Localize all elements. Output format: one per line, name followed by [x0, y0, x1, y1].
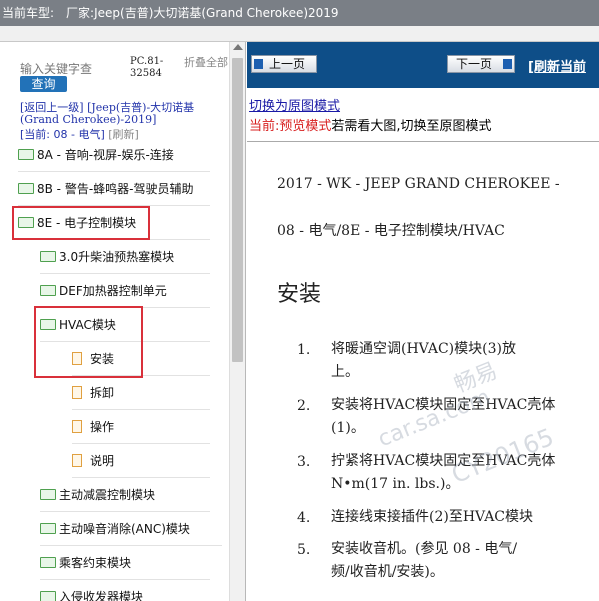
- step-number: 3.: [297, 454, 311, 470]
- folder-icon: [40, 489, 56, 500]
- step-line: N•m(17 in. lbs.)。: [331, 476, 460, 492]
- folder-icon: [40, 591, 56, 601]
- tree-node-label: 8A - 音响-视屏-娱乐-连接: [37, 148, 174, 162]
- title-prefix: 当前车型:: [2, 6, 55, 20]
- tree-node-def-heater[interactable]: DEF加热器控制单元: [40, 275, 210, 308]
- highlight-box-hvac-install: [34, 306, 143, 378]
- doc-header-path: 08 - 电气/8E - 电子控制模块/HVAC: [277, 223, 505, 239]
- page-nav-bar: 上一页 下一页 [刷新当前: [247, 42, 599, 88]
- title-model: 厂家:Jeep(吉普)大切诺基(Grand Cherokee)2019: [66, 6, 339, 20]
- tree-node-8a[interactable]: 8A - 音响-视屏-娱乐-连接: [18, 139, 210, 172]
- step-number: 4.: [297, 510, 311, 526]
- step-text: 连接线束接插件(2)至HVAC模块: [331, 506, 533, 529]
- tree-node-label: 入侵收发器模块: [59, 590, 144, 601]
- collapse-all-link[interactable]: 折叠全部: [184, 56, 228, 69]
- step-line: 上。: [331, 364, 359, 380]
- tree-node-label: DEF加热器控制单元: [59, 284, 167, 298]
- tree-node-label: 3.0升柴油预热塞模块: [59, 250, 175, 264]
- top-strip: [0, 26, 599, 42]
- step-text: 安装收音机。(参见 08 - 电气/ 频/收音机/安装)。: [331, 538, 517, 584]
- tree-leaf-removal[interactable]: 拆卸: [72, 377, 210, 410]
- folder-icon: [40, 285, 56, 296]
- tree-node-glow-plug-module[interactable]: 3.0升柴油预热塞模块: [40, 241, 210, 274]
- document-view: 2017 - WK - JEEP GRAND CHEROKEE - 08 - 电…: [247, 142, 599, 601]
- step-line: 安装收音机。(参见 08 - 电气/: [331, 541, 518, 557]
- step-line: 拧紧将HVAC模块固定至HVAC壳体: [331, 453, 556, 469]
- tree-node-label: 拆卸: [90, 386, 115, 400]
- section-title: 安装: [277, 282, 322, 307]
- mode-note-suffix: 若需看大图,切换至原图模式: [331, 119, 492, 134]
- tree-node-anc-module[interactable]: 主动噪音消除(ANC)模块: [40, 513, 222, 546]
- window-title-bar: 当前车型: 厂家:Jeep(吉普)大切诺基(Grand Cherokee)2019: [0, 0, 599, 26]
- prev-page-button[interactable]: 上一页: [251, 55, 317, 73]
- prev-page-label: 上一页: [269, 57, 306, 71]
- folder-icon: [18, 183, 34, 194]
- folder-icon: [18, 149, 34, 160]
- doc-header-vehicle: 2017 - WK - JEEP GRAND CHEROKEE -: [277, 176, 560, 192]
- highlight-box-8e: [12, 206, 150, 240]
- step-number: 1.: [297, 342, 311, 358]
- next-page-label: 下一页: [456, 57, 493, 71]
- search-input[interactable]: 输入关键字查: [20, 60, 92, 77]
- tree-node-active-damping[interactable]: 主动减震控制模块: [40, 479, 210, 512]
- tree-node-occupant-restraint[interactable]: 乘客约束模块: [40, 547, 210, 580]
- step-number: 5.: [297, 542, 311, 558]
- step-text: 将暖通空调(HVAC)模块(3)放 上。: [331, 338, 516, 384]
- content-pane: 上一页 下一页 [刷新当前 切换为原图模式 当前:预览模式若需看大图,切换至原图…: [247, 42, 599, 601]
- next-page-button[interactable]: 下一页: [447, 55, 515, 73]
- step-line: 将暖通空调(HVAC)模块(3)放: [331, 341, 516, 357]
- step-number: 2.: [297, 398, 311, 414]
- step-text: 安装将HVAC模块固定至HVAC壳体 (1)。: [331, 394, 555, 440]
- step-line: 频/收音机/安装)。: [331, 564, 444, 580]
- tree-node-label: 主动噪音消除(ANC)模块: [59, 522, 190, 536]
- tree-node-label: 主动减震控制模块: [59, 488, 156, 502]
- search-button[interactable]: 查询: [20, 76, 67, 92]
- tree-node-label: 操作: [90, 420, 115, 434]
- tree-leaf-operation[interactable]: 操作: [72, 411, 210, 444]
- document-icon: [72, 386, 82, 399]
- folder-icon: [40, 251, 56, 262]
- step-line: 连接线束接插件(2)至HVAC模块: [331, 509, 534, 525]
- arrow-left-icon: [254, 59, 263, 69]
- breadcrumb: [返回上一级] [Jeep(吉普)-大切诺基(Grand Cherokee)-2…: [20, 102, 225, 126]
- tree-node-intrusion-transceiver[interactable]: 入侵收发器模块: [40, 581, 210, 601]
- tree-node-label: 8B - 警告-蜂鸣器-驾驶员辅助: [37, 182, 194, 196]
- switch-original-mode-link[interactable]: 切换为原图模式: [249, 95, 340, 114]
- step-text: 拧紧将HVAC模块固定至HVAC壳体 N•m(17 in. lbs.)。: [331, 450, 555, 496]
- folder-icon: [40, 523, 56, 534]
- step-line: 安装将HVAC模块固定至HVAC壳体: [331, 397, 556, 413]
- step-line: (1)。: [331, 420, 365, 436]
- scrollbar-thumb[interactable]: [232, 58, 243, 362]
- scroll-up-arrow-icon[interactable]: [233, 44, 243, 50]
- tree-node-8b[interactable]: 8B - 警告-蜂鸣器-驾驶员辅助: [18, 173, 210, 206]
- folder-icon: [40, 557, 56, 568]
- mode-note-prefix: 当前:: [249, 119, 280, 134]
- tree-leaf-description[interactable]: 说明: [72, 445, 210, 478]
- mode-note-mode: 预览模式: [279, 119, 332, 134]
- pc-code: PC.81-32584: [130, 56, 164, 79]
- sidebar-scrollbar[interactable]: [229, 42, 245, 601]
- search-row: 输入关键字查 查询 PC.81-32584 折叠全部: [18, 50, 228, 100]
- document-icon: [72, 420, 82, 433]
- mode-note: 当前:预览模式若需看大图,切换至原图模式: [249, 115, 492, 134]
- tree-node-label: 乘客约束模块: [59, 556, 132, 570]
- document-icon: [72, 454, 82, 467]
- tree-node-label: 说明: [90, 454, 115, 468]
- arrow-right-icon: [503, 59, 512, 69]
- sidebar: 输入关键字查 查询 PC.81-32584 折叠全部 [返回上一级] [Jeep…: [0, 42, 246, 601]
- refresh-current-link[interactable]: [刷新当前: [528, 56, 586, 75]
